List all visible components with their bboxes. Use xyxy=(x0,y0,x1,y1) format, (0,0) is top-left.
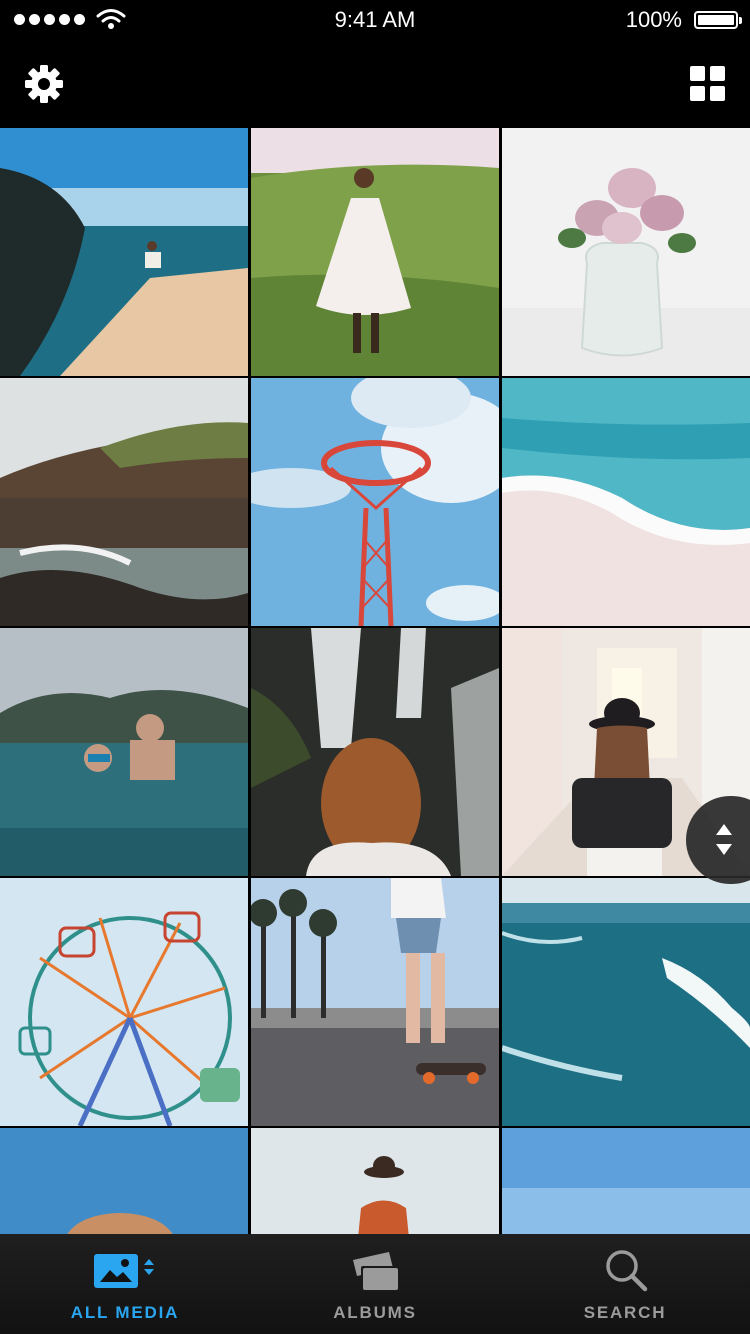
photo-tile[interactable] xyxy=(0,1128,248,1234)
photo-tile[interactable] xyxy=(502,378,750,626)
photo-tile[interactable] xyxy=(251,128,499,376)
photo-tile[interactable] xyxy=(0,878,248,1126)
tab-albums[interactable]: ALBUMS xyxy=(250,1234,500,1334)
photo-tile[interactable] xyxy=(0,628,248,876)
battery-percentage: 100% xyxy=(625,7,682,32)
grid-view-button[interactable] xyxy=(690,66,726,102)
tab-label: SEARCH xyxy=(583,1303,667,1322)
photo-tile[interactable] xyxy=(251,1128,499,1234)
photo-tile[interactable] xyxy=(0,128,248,376)
settings-button[interactable] xyxy=(24,64,64,104)
photo-tile[interactable] xyxy=(251,878,499,1126)
photo-tile[interactable] xyxy=(251,378,499,626)
tab-search[interactable]: SEARCH xyxy=(500,1234,750,1334)
photo-tile[interactable] xyxy=(502,1128,750,1234)
tab-label: ALL MEDIA xyxy=(70,1303,180,1322)
scroll-up-arrow-icon xyxy=(716,824,732,835)
tab-all-media[interactable]: ALL MEDIA xyxy=(0,1234,250,1334)
photo-grid xyxy=(0,128,750,1234)
photo-icon xyxy=(94,1254,154,1288)
photo-tile[interactable] xyxy=(502,128,750,376)
photo-tile[interactable] xyxy=(251,628,499,876)
status-bar: 9:41 AM 100% xyxy=(0,0,750,40)
search-icon xyxy=(606,1250,648,1292)
scroll-down-arrow-icon xyxy=(716,844,732,855)
tab-bar: ALL MEDIA ALBUMS SEARCH xyxy=(0,1234,750,1334)
battery-icon xyxy=(694,11,742,29)
photo-tile[interactable] xyxy=(502,878,750,1126)
grid-view-icon xyxy=(690,66,705,81)
nav-bar xyxy=(0,40,750,128)
tab-label: ALBUMS xyxy=(333,1303,417,1322)
albums-icon xyxy=(353,1252,400,1292)
gear-icon xyxy=(25,65,63,103)
photo-tile[interactable] xyxy=(0,378,248,626)
